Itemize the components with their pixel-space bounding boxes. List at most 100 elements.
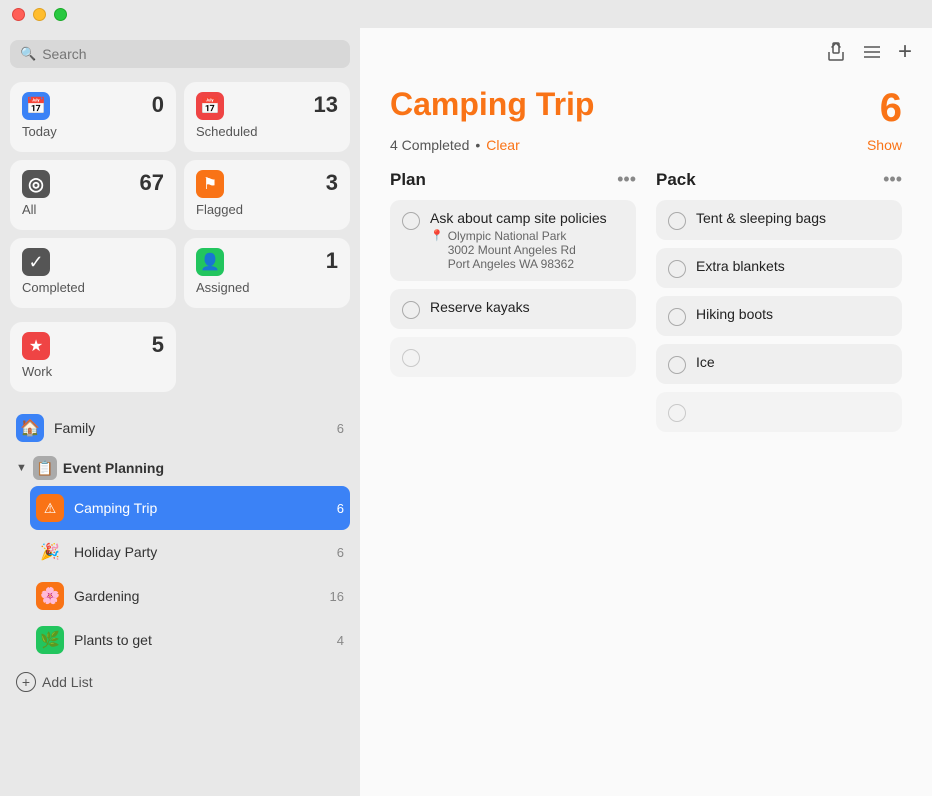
- work-icon: ★: [22, 332, 50, 360]
- pack-column-header: Pack •••: [656, 163, 902, 200]
- task-content-ask-camp: Ask about camp site policies 📍 Olympic N…: [430, 210, 624, 271]
- today-icon: 📅: [22, 92, 50, 120]
- plants-icon: 🌿: [36, 626, 64, 654]
- list-header: Camping Trip 6: [360, 76, 932, 137]
- smart-card-work[interactable]: ★ 5 Work: [10, 322, 176, 392]
- task-content-boots: Hiking boots: [696, 306, 890, 322]
- list-item-plants-to-get[interactable]: 🌿 Plants to get 4: [30, 618, 350, 662]
- event-planning-label: Event Planning: [63, 460, 164, 476]
- plan-more-button[interactable]: •••: [617, 169, 636, 190]
- task-content-blankets: Extra blankets: [696, 258, 890, 274]
- family-label: Family: [54, 420, 327, 436]
- scheduled-icon: 📅: [196, 92, 224, 120]
- task-item-pack-empty[interactable]: [656, 392, 902, 432]
- completed-label: Completed: [22, 280, 164, 295]
- close-button[interactable]: [12, 8, 25, 21]
- list-title: Camping Trip: [390, 86, 594, 123]
- task-title-ice: Ice: [696, 354, 890, 370]
- flagged-count: 3: [326, 170, 338, 196]
- chevron-down-icon: ▼: [16, 462, 27, 474]
- task-title-boots: Hiking boots: [696, 306, 890, 322]
- task-checkbox-reserve-kayaks[interactable]: [402, 301, 420, 319]
- plants-label: Plants to get: [74, 632, 327, 648]
- smart-card-today[interactable]: 📅 0 Today: [10, 82, 176, 152]
- task-checkbox-blankets[interactable]: [668, 260, 686, 278]
- task-title-blankets: Extra blankets: [696, 258, 890, 274]
- assigned-count: 1: [326, 248, 338, 274]
- list-item-holiday-party[interactable]: 🎉 Holiday Party 6: [30, 530, 350, 574]
- list-view-button[interactable]: [862, 43, 882, 61]
- camping-trip-icon: ⚠: [36, 494, 64, 522]
- list-total: 6: [880, 86, 902, 131]
- smart-card-assigned[interactable]: 👤 1 Assigned: [184, 238, 350, 308]
- smart-lists-grid: 📅 0 Today 📅 13 Scheduled ◎ 67 All: [10, 82, 350, 308]
- location-icon: 📍: [430, 229, 444, 242]
- task-checkbox-tent[interactable]: [668, 212, 686, 230]
- assigned-label: Assigned: [196, 280, 338, 295]
- columns-area: Plan ••• Ask about camp site policies 📍 …: [360, 163, 932, 796]
- smart-card-scheduled[interactable]: 📅 13 Scheduled: [184, 82, 350, 152]
- task-title-ask-camp: Ask about camp site policies: [430, 210, 624, 226]
- task-checkbox-pack-empty[interactable]: [668, 404, 686, 422]
- today-label: Today: [22, 124, 164, 139]
- maximize-button[interactable]: [54, 8, 67, 21]
- task-item-tent[interactable]: Tent & sleeping bags: [656, 200, 902, 240]
- task-item-reserve-kayaks[interactable]: Reserve kayaks: [390, 289, 636, 329]
- task-title-reserve-kayaks: Reserve kayaks: [430, 299, 624, 315]
- list-item-gardening[interactable]: 🌸 Gardening 16: [30, 574, 350, 618]
- smart-card-all[interactable]: ◎ 67 All: [10, 160, 176, 230]
- list-item-camping-trip[interactable]: ⚠ Camping Trip 6: [30, 486, 350, 530]
- sidebar: 🔍 📅 0 Today 📅 13 Scheduled: [0, 28, 360, 796]
- work-count: 5: [152, 332, 164, 358]
- camping-trip-label: Camping Trip: [74, 500, 327, 516]
- search-icon: 🔍: [20, 46, 36, 62]
- task-item-ice[interactable]: Ice: [656, 344, 902, 384]
- task-checkbox-boots[interactable]: [668, 308, 686, 326]
- minimize-button[interactable]: [33, 8, 46, 21]
- camping-trip-count: 6: [337, 501, 344, 516]
- gardening-count: 16: [330, 589, 344, 604]
- family-count: 6: [337, 421, 344, 436]
- lists-section: 🏠 Family 6 ▼ 📋 Event Planning ⚠ Camping …: [10, 406, 350, 702]
- completed-row: 4 Completed • Clear Show: [360, 137, 932, 163]
- holiday-party-count: 6: [337, 545, 344, 560]
- clear-button[interactable]: Clear: [486, 137, 519, 153]
- all-icon: ◎: [22, 170, 50, 198]
- add-list-button[interactable]: + Add List: [10, 662, 350, 702]
- plants-count: 4: [337, 633, 344, 648]
- list-item-family[interactable]: 🏠 Family 6: [10, 406, 350, 450]
- pack-more-button[interactable]: •••: [883, 169, 902, 190]
- search-bar[interactable]: 🔍: [10, 40, 350, 68]
- task-checkbox-ask-camp[interactable]: [402, 212, 420, 230]
- event-planning-icon: 📋: [33, 456, 57, 480]
- add-task-button[interactable]: +: [898, 38, 912, 66]
- task-checkbox-plan-empty[interactable]: [402, 349, 420, 367]
- work-grid: ★ 5 Work: [10, 322, 350, 392]
- task-item-ask-camp[interactable]: Ask about camp site policies 📍 Olympic N…: [390, 200, 636, 281]
- completed-icon: ✓: [22, 248, 50, 276]
- group-event-planning[interactable]: ▼ 📋 Event Planning: [10, 450, 350, 486]
- plan-column-title: Plan: [390, 170, 426, 190]
- show-button[interactable]: Show: [867, 137, 902, 153]
- holiday-party-label: Holiday Party: [74, 544, 327, 560]
- smart-card-completed[interactable]: ✓ Completed: [10, 238, 176, 308]
- all-label: All: [22, 202, 164, 217]
- add-list-icon: +: [16, 672, 36, 692]
- completed-text: 4 Completed: [390, 137, 469, 153]
- event-planning-subitems: ⚠ Camping Trip 6 🎉 Holiday Party 6 🌸 Gar…: [10, 486, 350, 662]
- task-item-plan-empty[interactable]: [390, 337, 636, 377]
- task-item-blankets[interactable]: Extra blankets: [656, 248, 902, 288]
- today-count: 0: [152, 92, 164, 118]
- main-content: + Camping Trip 6 4 Completed • Clear Sho…: [360, 28, 932, 796]
- search-input[interactable]: [42, 46, 340, 62]
- list-view-icon: [862, 43, 882, 61]
- task-content-tent: Tent & sleeping bags: [696, 210, 890, 226]
- task-checkbox-ice[interactable]: [668, 356, 686, 374]
- gardening-icon: 🌸: [36, 582, 64, 610]
- flagged-icon: ⚑: [196, 170, 224, 198]
- task-content-reserve-kayaks: Reserve kayaks: [430, 299, 624, 315]
- task-location-text: Olympic National Park3002 Mount Angeles …: [448, 229, 576, 271]
- task-item-boots[interactable]: Hiking boots: [656, 296, 902, 336]
- share-button[interactable]: [826, 42, 846, 62]
- smart-card-flagged[interactable]: ⚑ 3 Flagged: [184, 160, 350, 230]
